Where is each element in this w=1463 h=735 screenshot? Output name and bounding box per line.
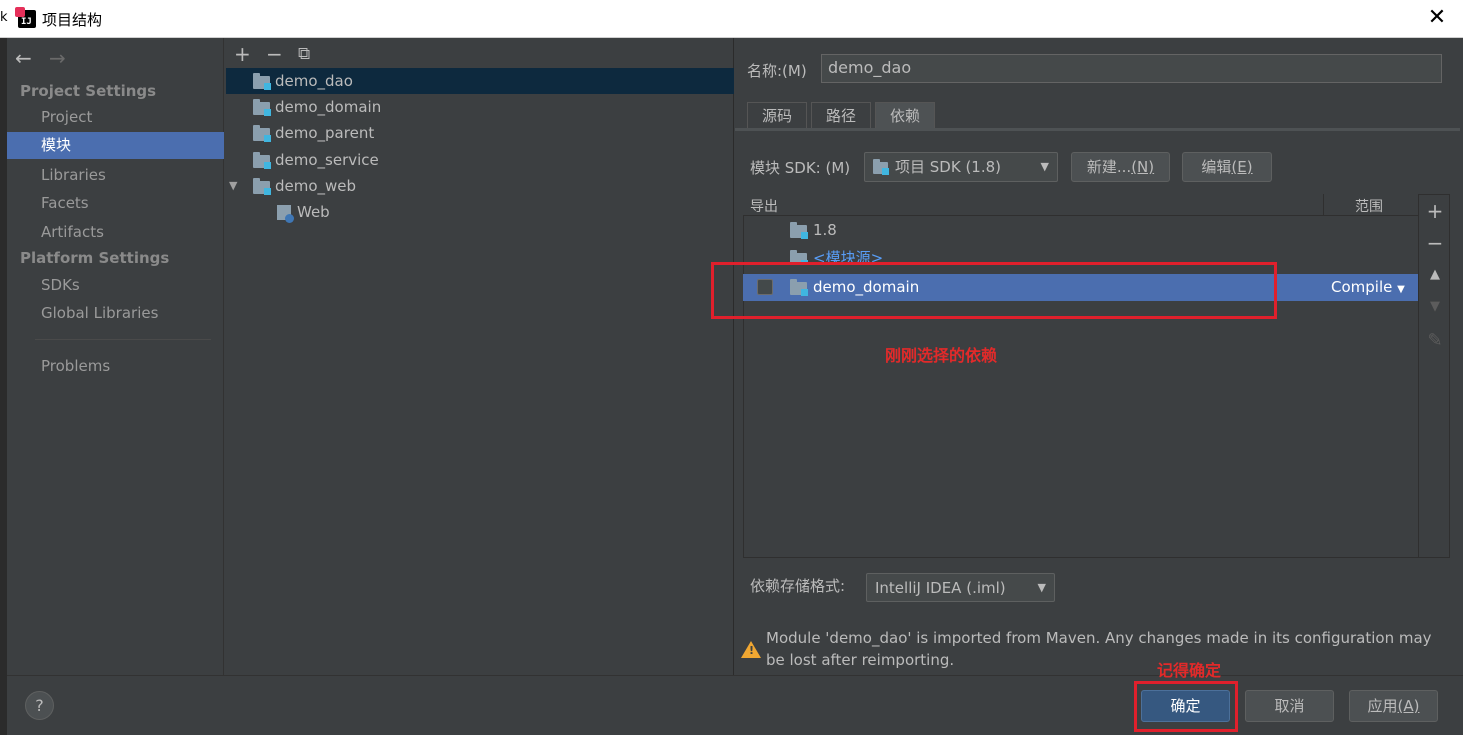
close-button[interactable]: ✕ [1425,6,1449,30]
tab-sources[interactable]: 源码 [747,102,808,129]
chevron-down-icon: ▼ [1397,284,1405,295]
column-scope[interactable]: 范围 [1355,196,1383,216]
module-folder-icon [253,178,271,195]
tree-item-web-facet[interactable]: Web [226,199,734,225]
dependency-row-module-source[interactable]: <模块源> [743,245,1418,262]
maven-warning-text: Module 'demo_dao' is imported from Maven… [766,629,1432,669]
add-dependency-button[interactable]: + [1419,199,1451,223]
storage-format-combo[interactable]: IntelliJ IDEA (.iml) ▼ [866,573,1055,602]
platform-settings-heading: Platform Settings [20,249,170,267]
chevron-down-icon: ▼ [1040,160,1049,173]
tree-item-demo-parent[interactable]: demo_parent [226,120,734,146]
edit-sdk-label: 编辑 [1201,158,1232,176]
window-title: 项目结构 [42,11,103,29]
tree-item-demo-dao[interactable]: demo_dao [226,68,734,94]
back-arrow-icon[interactable]: ← [15,46,32,70]
nav-item-artifacts[interactable]: Artifacts [7,219,224,246]
storage-format-label: 依赖存储格式: [750,577,846,595]
edit-sdk-button[interactable]: 编辑(E) [1182,152,1272,182]
add-module-button[interactable]: + [234,42,251,66]
copy-module-icon[interactable]: ⧉ [298,44,310,64]
module-sdk-combo[interactable]: 项目 SDK (1.8) ▼ [864,152,1058,182]
tree-item-demo-service[interactable]: demo_service [226,147,734,173]
apply-mnemonic: (A) [1397,697,1420,715]
tab-paths[interactable]: 路径 [811,102,872,129]
module-sdk-label: 模块 SDK: (M) [750,159,851,177]
tab-dependencies[interactable]: 依赖 [875,102,936,129]
dependency-name: 1.8 [813,221,837,239]
remove-dependency-button[interactable]: − [1419,231,1451,255]
cancel-button[interactable]: 取消 [1245,690,1334,722]
scope-dropdown[interactable]: Compile ▼ [1331,274,1405,303]
tree-item-label: Web [297,203,330,221]
module-folder-icon [253,99,271,116]
storage-format-value: IntelliJ IDEA (.iml) [875,579,1006,597]
column-export[interactable]: 导出 [750,196,778,216]
remove-module-button[interactable]: − [266,42,283,66]
edit-sdk-mnemonic: (E) [1231,158,1253,176]
jdk-folder-icon [790,222,808,239]
edit-dependency-icon[interactable]: ✎ [1419,330,1451,351]
table-header [743,194,1418,216]
module-source-folder-icon [790,250,808,262]
nav-item-sdks[interactable]: SDKs [7,272,224,299]
tree-item-label: demo_web [275,177,357,195]
nav-item-problems[interactable]: Problems [7,353,224,380]
module-name-field[interactable]: demo_dao [821,54,1442,83]
dependency-name: <模块源> [813,249,884,262]
chevron-down-icon: ▼ [1037,581,1046,594]
apply-label: 应用 [1367,697,1398,715]
help-button[interactable]: ? [25,691,54,720]
module-folder-icon [253,73,271,90]
tree-item-demo-domain[interactable]: demo_domain [226,94,734,120]
move-down-button[interactable]: ▼ [1419,299,1451,314]
intellij-app-icon: IJ [15,7,36,28]
nav-item-modules[interactable]: 模块 [7,132,224,159]
web-facet-icon [277,205,294,223]
dependency-row-jdk[interactable]: 1.8 [743,217,1418,244]
module-folder-icon [253,125,271,142]
scope-value: Compile [1331,278,1393,296]
tree-item-demo-web[interactable]: ▼ demo_web [226,173,734,199]
sdk-value: 项目 SDK (1.8) [895,158,1002,176]
nav-divider [35,339,211,340]
new-sdk-label: 新建... [1086,158,1132,176]
expand-arrow-icon[interactable]: ▼ [229,173,237,199]
forward-arrow-icon[interactable]: → [49,46,66,70]
window-edge [0,38,7,735]
tree-item-label: demo_parent [275,124,375,142]
nav-item-global-libraries[interactable]: Global Libraries [7,300,224,327]
new-sdk-mnemonic: (N) [1131,158,1155,176]
new-sdk-button[interactable]: 新建...(N) [1071,152,1170,182]
title-bar [0,0,1463,38]
tree-item-label: demo_domain [275,98,382,116]
left-edge-text: k [0,10,8,25]
annotation-remember-ok: 记得确定 [1157,661,1222,680]
sdk-folder-icon [873,159,889,175]
nav-item-project[interactable]: Project [7,104,224,131]
nav-item-facets[interactable]: Facets [7,190,224,217]
move-up-button[interactable]: ▲ [1419,267,1451,282]
tree-item-label: demo_service [275,151,379,169]
annotation-box-selected-dependency [711,262,1277,319]
header-separator [1323,194,1324,216]
warning-icon: ! [741,641,761,658]
module-folder-icon [253,152,271,169]
annotation-box-ok [1134,681,1238,732]
annotation-selected-dependency: 刚刚选择的依赖 [885,346,998,365]
nav-item-libraries[interactable]: Libraries [7,162,224,189]
tree-item-label: demo_dao [275,72,353,90]
project-settings-heading: Project Settings [20,82,157,100]
tab-underline [735,128,1460,131]
name-label: 名称:(M) [747,62,807,80]
apply-button[interactable]: 应用(A) [1349,690,1438,722]
